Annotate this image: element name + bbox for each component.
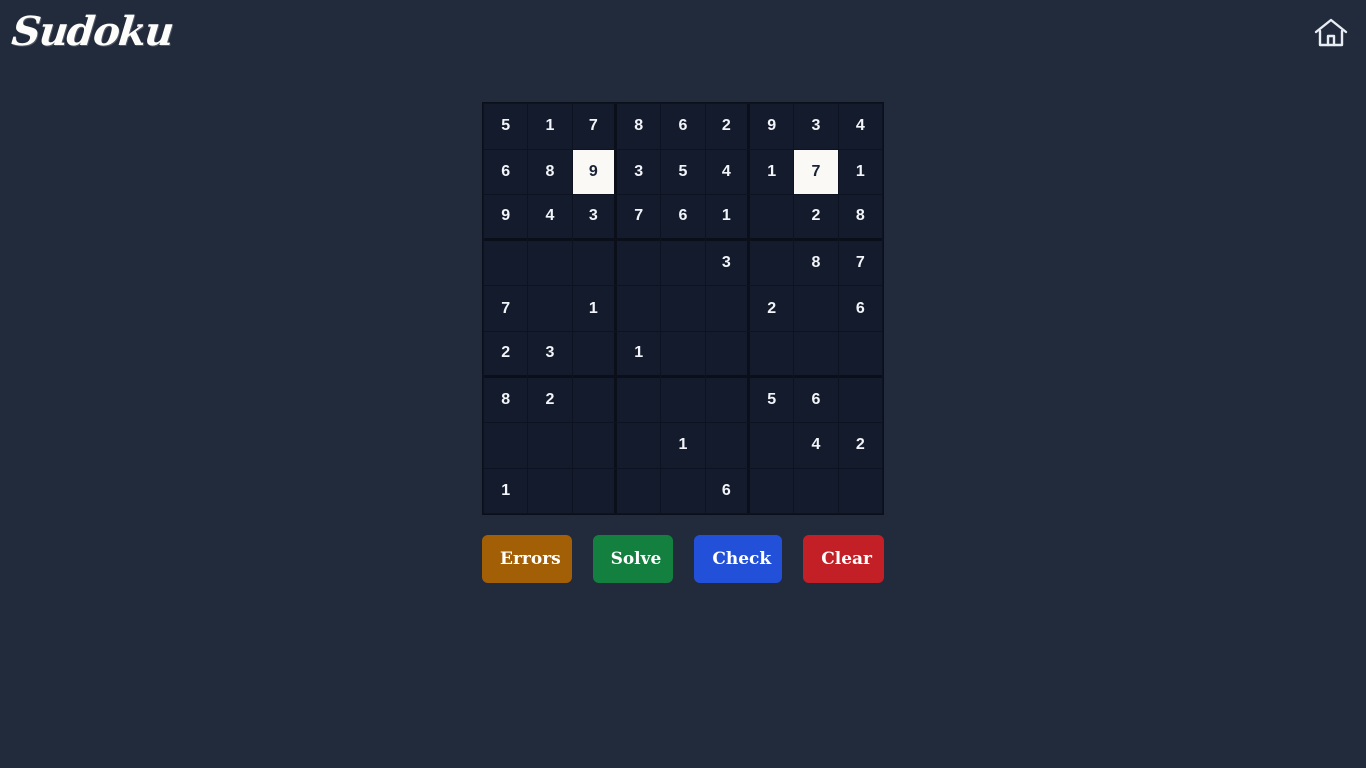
cell-r4-c3[interactable]: [572, 240, 617, 286]
cell-r4-c7[interactable]: [749, 240, 794, 286]
cell-r2-c4[interactable]: 3: [616, 149, 661, 195]
cell-r1-c6[interactable]: 2: [705, 104, 750, 149]
cell-r6-c5[interactable]: [661, 331, 705, 378]
cell-r8-c3[interactable]: [572, 423, 617, 468]
cell-r1-c3[interactable]: 7: [572, 104, 617, 149]
home-button[interactable]: [1310, 12, 1352, 54]
board-area: 5178629346893541719437612838771262318256…: [0, 102, 1366, 584]
cell-r2-c6[interactable]: 4: [705, 149, 750, 195]
cell-r2-c7[interactable]: 1: [749, 149, 794, 195]
check-button[interactable]: Check: [694, 535, 783, 584]
cell-r6-c6[interactable]: [705, 331, 750, 378]
cell-r9-c9[interactable]: [838, 468, 882, 514]
cell-r2-c1[interactable]: 6: [484, 149, 528, 195]
app-header: Sudoku: [0, 0, 1366, 66]
cell-r4-c1[interactable]: [484, 240, 528, 286]
cell-r8-c1[interactable]: [484, 423, 528, 468]
cell-r9-c1[interactable]: 1: [484, 468, 528, 514]
cell-r9-c6[interactable]: 6: [705, 468, 750, 514]
cell-r6-c7[interactable]: [749, 331, 794, 378]
cell-r1-c5[interactable]: 6: [661, 104, 705, 149]
cell-r8-c8[interactable]: 4: [794, 423, 838, 468]
cell-r5-c7[interactable]: 2: [749, 286, 794, 331]
cell-r5-c4[interactable]: [616, 286, 661, 331]
cell-r6-c3[interactable]: [572, 331, 617, 378]
cell-r7-c8[interactable]: 6: [794, 377, 838, 423]
cell-r9-c2[interactable]: [528, 468, 572, 514]
cell-r7-c9[interactable]: [838, 377, 882, 423]
cell-r8-c9[interactable]: 2: [838, 423, 882, 468]
cell-r9-c5[interactable]: [661, 468, 705, 514]
cell-r2-c5[interactable]: 5: [661, 149, 705, 195]
cell-r1-c2[interactable]: 1: [528, 104, 572, 149]
brand-logo: Sudoku: [9, 8, 175, 55]
cell-r9-c8[interactable]: [794, 468, 838, 514]
cell-r5-c6[interactable]: [705, 286, 750, 331]
cell-r8-c7[interactable]: [749, 423, 794, 468]
cell-r6-c4[interactable]: 1: [616, 331, 661, 378]
cell-r5-c3[interactable]: 1: [572, 286, 617, 331]
cell-r4-c8[interactable]: 8: [794, 240, 838, 286]
cell-r7-c6[interactable]: [705, 377, 750, 423]
cell-r2-c3[interactable]: 9: [572, 149, 617, 195]
cell-r1-c1[interactable]: 5: [484, 104, 528, 149]
cell-r1-c4[interactable]: 8: [616, 104, 661, 149]
cell-r4-c4[interactable]: [616, 240, 661, 286]
cell-r6-c1[interactable]: 2: [484, 331, 528, 378]
cell-r6-c2[interactable]: 3: [528, 331, 572, 378]
cell-r7-c1[interactable]: 8: [484, 377, 528, 423]
cell-r1-c7[interactable]: 9: [749, 104, 794, 149]
cell-r4-c9[interactable]: 7: [838, 240, 882, 286]
cell-r4-c5[interactable]: [661, 240, 705, 286]
cell-r7-c5[interactable]: [661, 377, 705, 423]
cell-r5-c9[interactable]: 6: [838, 286, 882, 331]
cell-r5-c5[interactable]: [661, 286, 705, 331]
clear-button[interactable]: Clear: [803, 535, 885, 584]
cell-r6-c8[interactable]: [794, 331, 838, 378]
cell-r5-c8[interactable]: [794, 286, 838, 331]
cell-r7-c7[interactable]: 5: [749, 377, 794, 423]
errors-button[interactable]: Errors: [482, 535, 572, 584]
cell-r5-c2[interactable]: [528, 286, 572, 331]
cell-r6-c9[interactable]: [838, 331, 882, 378]
cell-r3-c1[interactable]: 9: [484, 195, 528, 241]
cell-r9-c3[interactable]: [572, 468, 617, 514]
home-icon: [1313, 16, 1349, 50]
control-button-row: Errors Solve Check Clear: [482, 535, 885, 584]
cell-r1-c9[interactable]: 4: [838, 104, 882, 149]
cell-r3-c9[interactable]: 8: [838, 195, 882, 241]
cell-r9-c4[interactable]: [616, 468, 661, 514]
cell-r1-c8[interactable]: 3: [794, 104, 838, 149]
cell-r3-c3[interactable]: 3: [572, 195, 617, 241]
cell-r8-c6[interactable]: [705, 423, 750, 468]
cell-r4-c6[interactable]: 3: [705, 240, 750, 286]
cell-r3-c6[interactable]: 1: [705, 195, 750, 241]
cell-r3-c8[interactable]: 2: [794, 195, 838, 241]
cell-r2-c8[interactable]: 7: [794, 149, 838, 195]
cell-r2-c2[interactable]: 8: [528, 149, 572, 195]
sudoku-grid[interactable]: 5178629346893541719437612838771262318256…: [482, 102, 884, 516]
cell-r7-c4[interactable]: [616, 377, 661, 423]
cell-r3-c7[interactable]: [749, 195, 794, 241]
cell-r3-c2[interactable]: 4: [528, 195, 572, 241]
solve-button[interactable]: Solve: [592, 535, 674, 584]
cell-r5-c1[interactable]: 7: [484, 286, 528, 331]
cell-r2-c9[interactable]: 1: [838, 149, 882, 195]
cell-r8-c4[interactable]: [616, 423, 661, 468]
cell-r9-c7[interactable]: [749, 468, 794, 514]
cell-r8-c5[interactable]: 1: [661, 423, 705, 468]
cell-r8-c2[interactable]: [528, 423, 572, 468]
cell-r3-c5[interactable]: 6: [661, 195, 705, 241]
cell-r4-c2[interactable]: [528, 240, 572, 286]
cell-r7-c3[interactable]: [572, 377, 617, 423]
cell-r3-c4[interactable]: 7: [616, 195, 661, 241]
cell-r7-c2[interactable]: 2: [528, 377, 572, 423]
